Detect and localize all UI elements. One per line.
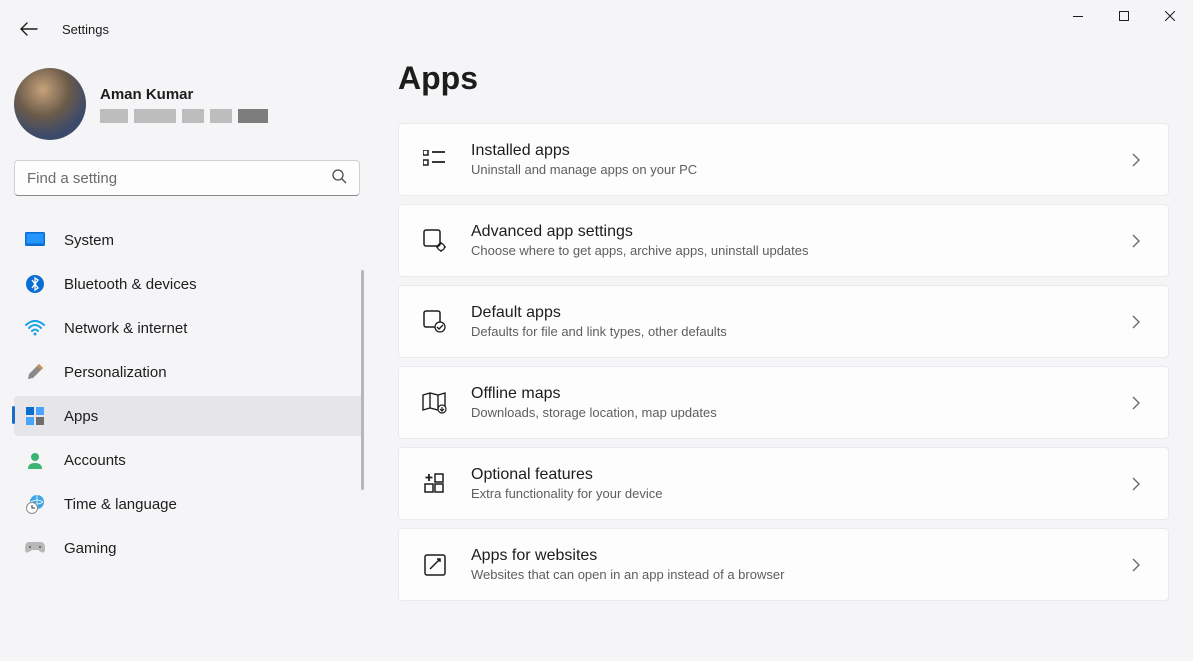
sidebar-item-label: Network & internet — [64, 320, 187, 337]
card-title: Offline maps — [471, 385, 1132, 403]
card-default-apps[interactable]: Default apps Defaults for file and link … — [398, 285, 1169, 358]
card-subtitle: Downloads, storage location, map updates — [471, 405, 1132, 420]
gamepad-icon — [24, 537, 46, 559]
window-title: Settings — [62, 22, 109, 37]
search-input[interactable] — [27, 170, 331, 187]
sidebar-item-personalization[interactable]: Personalization — [14, 352, 364, 392]
sidebar-item-bluetooth[interactable]: Bluetooth & devices — [14, 264, 364, 304]
avatar — [14, 68, 86, 140]
search-icon — [331, 168, 347, 189]
installed-apps-icon — [421, 146, 449, 174]
chevron-right-icon — [1132, 315, 1146, 329]
card-installed-apps[interactable]: Installed apps Uninstall and manage apps… — [398, 123, 1169, 196]
card-title: Advanced app settings — [471, 223, 1132, 241]
card-title: Default apps — [471, 304, 1132, 322]
optional-features-icon — [421, 470, 449, 498]
user-profile[interactable]: Aman Kumar — [14, 66, 370, 160]
card-offline-maps[interactable]: Offline maps Downloads, storage location… — [398, 366, 1169, 439]
card-title: Installed apps — [471, 142, 1132, 160]
back-button[interactable] — [16, 18, 42, 40]
sidebar-item-label: Apps — [64, 408, 98, 425]
search-box[interactable] — [14, 160, 360, 196]
card-subtitle: Defaults for file and link types, other … — [471, 324, 1132, 339]
sidebar-item-time[interactable]: Time & language — [14, 484, 364, 524]
default-apps-icon — [421, 308, 449, 336]
card-advanced-app-settings[interactable]: Advanced app settings Choose where to ge… — [398, 204, 1169, 277]
apps-for-websites-icon — [421, 551, 449, 579]
minimize-button[interactable] — [1055, 0, 1101, 32]
card-apps-for-websites[interactable]: Apps for websites Websites that can open… — [398, 528, 1169, 601]
nav-list: System Bluetooth & devices Network & int… — [14, 220, 370, 568]
paintbrush-icon — [24, 361, 46, 383]
wifi-icon — [24, 317, 46, 339]
apps-icon — [24, 405, 46, 427]
sidebar-item-label: Bluetooth & devices — [64, 276, 197, 293]
sidebar-item-label: Time & language — [64, 496, 177, 513]
chevron-right-icon — [1132, 153, 1146, 167]
clock-globe-icon — [24, 493, 46, 515]
card-subtitle: Choose where to get apps, archive apps, … — [471, 243, 1132, 258]
chevron-right-icon — [1132, 396, 1146, 410]
advanced-settings-icon — [421, 227, 449, 255]
offline-maps-icon — [421, 389, 449, 417]
card-title: Optional features — [471, 466, 1132, 484]
sidebar-item-network[interactable]: Network & internet — [14, 308, 364, 348]
bluetooth-icon — [24, 273, 46, 295]
scrollbar[interactable] — [361, 270, 364, 490]
card-subtitle: Extra functionality for your device — [471, 486, 1132, 501]
accounts-icon — [24, 449, 46, 471]
sidebar-item-label: Accounts — [64, 452, 126, 469]
sidebar-item-label: Personalization — [64, 364, 167, 381]
sidebar-item-apps[interactable]: Apps — [14, 396, 364, 436]
card-optional-features[interactable]: Optional features Extra functionality fo… — [398, 447, 1169, 520]
sidebar-item-system[interactable]: System — [14, 220, 364, 260]
system-icon — [24, 229, 46, 251]
chevron-right-icon — [1132, 234, 1146, 248]
chevron-right-icon — [1132, 477, 1146, 491]
page-title: Apps — [398, 60, 1169, 97]
card-subtitle: Uninstall and manage apps on your PC — [471, 162, 1132, 177]
user-email-redacted — [100, 109, 370, 123]
sidebar-item-accounts[interactable]: Accounts — [14, 440, 364, 480]
user-name: Aman Kumar — [100, 86, 370, 103]
sidebar: Aman Kumar System — [0, 52, 370, 661]
chevron-right-icon — [1132, 558, 1146, 572]
main-content: Apps Installed apps Uninstall and manage… — [398, 60, 1169, 661]
close-button[interactable] — [1147, 0, 1193, 32]
card-title: Apps for websites — [471, 547, 1132, 565]
maximize-button[interactable] — [1101, 0, 1147, 32]
sidebar-item-label: System — [64, 232, 114, 249]
card-subtitle: Websites that can open in an app instead… — [471, 567, 1132, 582]
window-controls — [1055, 0, 1193, 32]
sidebar-item-gaming[interactable]: Gaming — [14, 528, 364, 568]
sidebar-item-label: Gaming — [64, 540, 117, 557]
header: Settings — [16, 18, 109, 40]
